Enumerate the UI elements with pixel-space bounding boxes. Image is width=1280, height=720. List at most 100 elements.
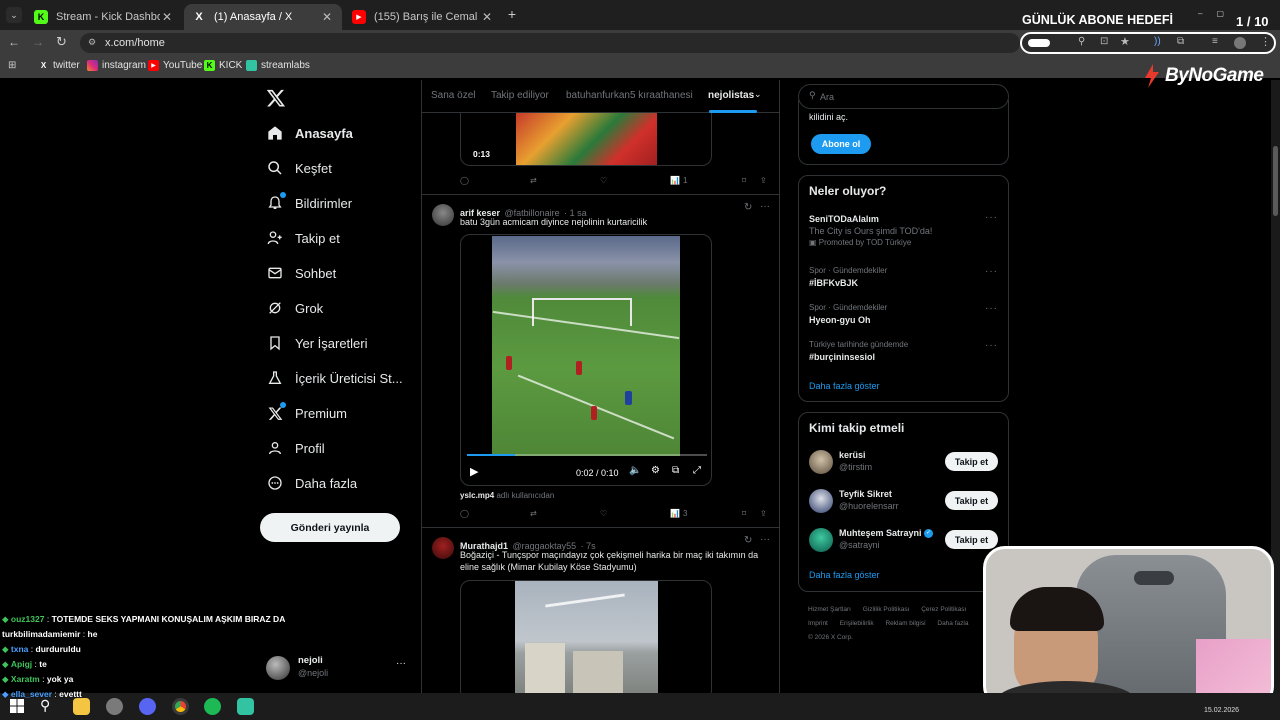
reload-icon[interactable]: ↻ [56, 34, 67, 50]
follow-button[interactable]: Takip et [945, 452, 998, 471]
nav-bookmarks[interactable]: Yer İşaretleri [266, 328, 368, 358]
subscribe-button[interactable]: Abone ol [811, 134, 871, 154]
settings-icon[interactable]: ⚙ [651, 465, 660, 476]
avatar[interactable] [809, 450, 833, 474]
repost-icon[interactable]: ⇄ [530, 509, 537, 518]
post-button[interactable]: Gönderi yayınla [260, 513, 400, 542]
menu-icon[interactable]: ⋮ [1260, 35, 1271, 48]
suggested-user[interactable]: Muhteşem Satrayni ✓ @satrayni [839, 528, 934, 550]
tab-x-home[interactable]: X (1) Anasayfa / X ✕ [184, 4, 342, 30]
more-icon[interactable]: ··· [985, 340, 998, 351]
nav-home[interactable]: Anasayfa [266, 118, 353, 148]
more-icon[interactable]: ··· [985, 212, 998, 223]
toggle-icon[interactable] [1028, 39, 1050, 47]
footer-link[interactable]: Hizmet Şartları [808, 606, 851, 613]
post-image[interactable] [460, 580, 712, 693]
tab-kick-dashboard[interactable]: K Stream - Kick Dashboard ✕ [26, 4, 182, 30]
pip-icon[interactable]: ⧉ [672, 465, 679, 476]
url-field[interactable]: ⚙ x.com/home [80, 33, 1020, 53]
avatar[interactable] [432, 204, 454, 226]
puzzle-icon[interactable]: ⧉ [1177, 36, 1184, 47]
views-count[interactable]: 📊 3 [670, 509, 687, 518]
video-progress-track[interactable] [467, 454, 707, 456]
extension-icon[interactable]: )) [1154, 36, 1161, 47]
attachment-name[interactable]: yslc.mp4 [460, 491, 494, 500]
avatar[interactable] [809, 528, 833, 552]
volume-icon[interactable]: 🔈 [629, 465, 641, 476]
nav-notifications[interactable]: Bildirimler [266, 188, 352, 218]
footer-link[interactable]: Erişilebilirlik [840, 620, 874, 627]
new-tab-button[interactable]: + [505, 6, 519, 22]
follow-button[interactable]: Takip et [945, 530, 998, 549]
back-icon[interactable]: ← [8, 35, 20, 49]
discord-icon[interactable] [139, 698, 156, 715]
nav-profile[interactable]: Profil [266, 433, 325, 463]
bookmark-instagram[interactable]: instagram [87, 60, 146, 71]
fullscreen-icon[interactable]: ⤢ [693, 465, 701, 476]
more-icon[interactable]: ··· [396, 658, 406, 669]
video-player[interactable]: ▶ 0:02 / 0:10 🔈 ⚙ ⧉ ⤢ [460, 234, 712, 486]
suggested-user[interactable]: kerüsi @tirstim [839, 450, 872, 472]
tab-youtube[interactable]: ▶ (155) Barış ile Cemal Yüzleşti | A ✕ [344, 4, 502, 30]
bookmark-kick[interactable]: K KICK [204, 60, 242, 71]
bookmark-icon[interactable]: ⌑ [742, 176, 746, 185]
repost-icon[interactable]: ⇄ [530, 176, 537, 185]
close-icon[interactable]: ✕ [320, 10, 334, 24]
bookmark-streamlabs[interactable]: streamlabs [246, 60, 310, 71]
tab-following[interactable]: Takip ediliyor [491, 90, 549, 101]
x-logo-icon[interactable] [266, 88, 286, 108]
avatar[interactable] [432, 537, 454, 559]
trend-item[interactable]: Türkiye tarihinde gündemde #burçininsesi… [809, 340, 999, 362]
footer-link[interactable]: Daha fazla [937, 620, 968, 627]
footer-link[interactable]: Imprint [808, 620, 828, 627]
profile-avatar[interactable] [1234, 37, 1246, 49]
bookmark-twitter[interactable]: X twitter [38, 60, 80, 71]
show-more-link[interactable]: Daha fazla göster [809, 381, 880, 391]
tab-search-button[interactable]: ⌄ [6, 7, 22, 23]
window-controls[interactable]: –▢ [1198, 9, 1238, 18]
scrollbar-thumb[interactable] [1273, 146, 1278, 216]
reading-list-icon[interactable]: ≡ [1212, 36, 1218, 47]
post-video[interactable]: 0:13 [460, 113, 712, 166]
bookmark-youtube[interactable]: ▶ YouTube [148, 60, 202, 71]
like-icon[interactable]: ♡ [600, 176, 607, 185]
more-icon[interactable]: ··· [760, 534, 770, 545]
apps-grid-icon[interactable]: ⊞ [8, 60, 16, 71]
nav-grok[interactable]: Grok [266, 293, 323, 323]
play-icon[interactable]: ▶ [470, 465, 478, 478]
nav-premium[interactable]: Premium [266, 398, 347, 428]
avatar[interactable] [809, 489, 833, 513]
tab-list-kiraathanesi[interactable]: batuhanfurkan5 kıraathanesi [566, 90, 693, 101]
nav-creator-studio[interactable]: İçerik Üreticisi St... [266, 363, 403, 393]
footer-link[interactable]: Reklam bilgisi [885, 620, 925, 627]
nav-follow[interactable]: Takip et [266, 223, 340, 253]
footer-link[interactable]: Çerez Politikası [921, 606, 966, 613]
trend-item[interactable]: SeniTODaAlalım The City is Ours şimdi TO… [809, 214, 999, 247]
trend-item[interactable]: Spor · Gündemdekiler Hyeon-gyu Oh [809, 303, 999, 325]
bookmark-icon[interactable]: ⌑ [742, 509, 746, 518]
site-info-icon[interactable]: ⚙ [88, 37, 99, 48]
chevron-down-icon[interactable]: ⌄ [754, 89, 762, 100]
close-icon[interactable]: ✕ [480, 10, 494, 24]
app-icon[interactable] [106, 698, 123, 715]
reply-icon[interactable]: ◯ [460, 509, 469, 518]
footer-link[interactable]: Gizlilik Politikası [863, 606, 910, 613]
star-icon[interactable]: ★ [1120, 35, 1130, 48]
more-icon[interactable]: ··· [985, 303, 998, 314]
zoom-icon[interactable]: ⚲ [1078, 36, 1085, 47]
forward-icon[interactable]: → [32, 35, 44, 49]
reply-icon[interactable]: ◯ [460, 176, 469, 185]
tab-for-you[interactable]: Sana özel [431, 90, 475, 101]
grok-icon[interactable]: ↻ [744, 535, 752, 546]
show-more-link[interactable]: Daha fazla göster [809, 570, 880, 580]
grok-icon[interactable]: ↻ [744, 202, 752, 213]
share-icon[interactable]: ⇪ [760, 176, 767, 185]
windows-start-icon[interactable] [10, 699, 24, 713]
follow-button[interactable]: Takip et [945, 491, 998, 510]
trend-item[interactable]: Spor · Gündemdekiler #İBFKvBJK [809, 266, 999, 288]
more-icon[interactable]: ··· [985, 266, 998, 277]
streamlabs-icon[interactable] [237, 698, 254, 715]
nav-chat[interactable]: Sohbet [266, 258, 336, 288]
tab-nejolistas[interactable]: nejolistas [708, 90, 754, 101]
account-switcher[interactable]: nejoli @nejoli ··· [266, 654, 410, 682]
